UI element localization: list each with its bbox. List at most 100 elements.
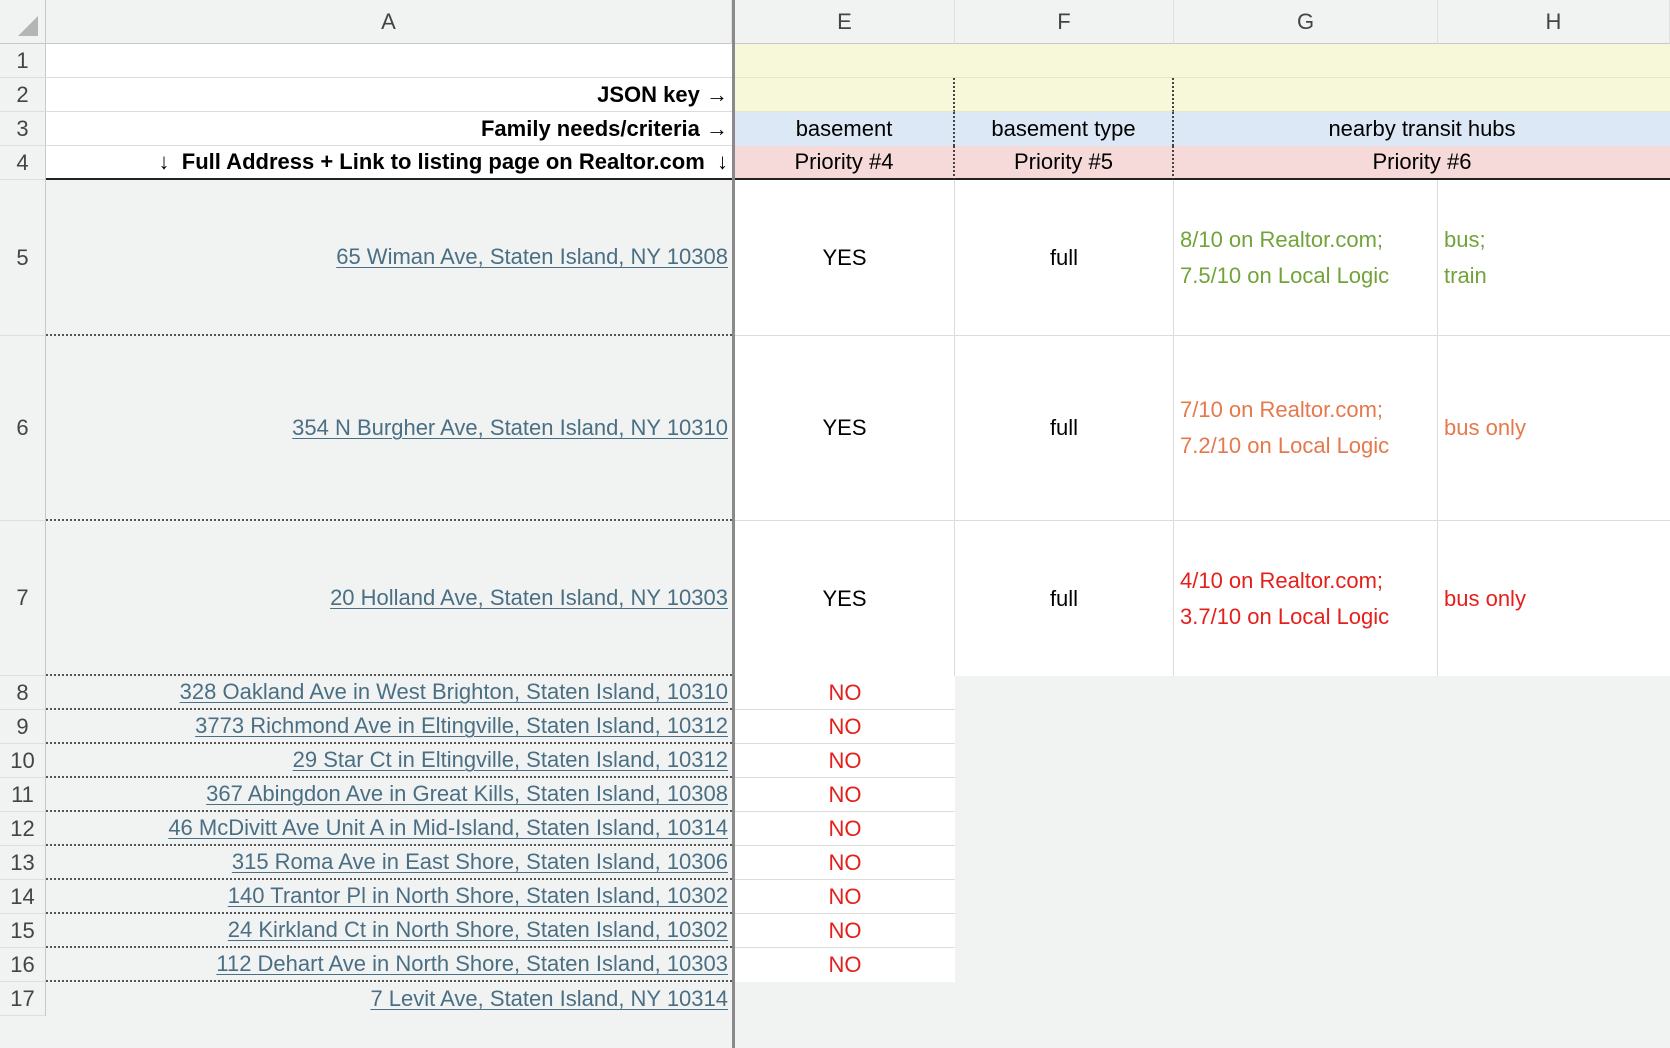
row-header-6[interactable]: 6 bbox=[0, 336, 46, 521]
cell-e2[interactable] bbox=[735, 78, 955, 112]
transit-hubs-cell[interactable]: bus only bbox=[1438, 521, 1670, 676]
column-header-e[interactable]: E bbox=[735, 0, 955, 44]
cell-a2[interactable]: JSON key → bbox=[46, 78, 732, 112]
basement-value[interactable]: NO bbox=[735, 710, 955, 744]
criteria-basement-type[interactable]: basement type bbox=[955, 112, 1174, 146]
cell-g2[interactable] bbox=[1174, 78, 1670, 112]
row-header-15[interactable]: 15 bbox=[0, 914, 46, 948]
row-header-10[interactable]: 10 bbox=[0, 744, 46, 778]
local-logic-score: 7.2/10 on Local Logic bbox=[1180, 433, 1390, 458]
hub-bus-only: bus only bbox=[1444, 415, 1526, 440]
basement-value[interactable]: NO bbox=[735, 778, 955, 812]
row-header-12[interactable]: 12 bbox=[0, 812, 46, 846]
row-header-1[interactable]: 1 bbox=[0, 44, 46, 78]
row-header-5[interactable]: 5 bbox=[0, 180, 46, 336]
cell-e1-h1[interactable] bbox=[735, 44, 1670, 78]
address-cell[interactable]: 328 Oakland Ave in West Brighton, Staten… bbox=[46, 676, 732, 710]
listing-link[interactable]: 112 Dehart Ave in North Shore, Staten Is… bbox=[216, 951, 728, 977]
arrow-right-icon: → bbox=[706, 81, 728, 107]
address-cell[interactable]: 354 N Burgher Ave, Staten Island, NY 103… bbox=[46, 336, 732, 521]
address-cell[interactable]: 46 McDivitt Ave Unit A in Mid-Island, St… bbox=[46, 812, 732, 846]
listing-link[interactable]: 29 Star Ct in Eltingville, Staten Island… bbox=[293, 747, 728, 773]
cell-a1[interactable] bbox=[46, 44, 732, 78]
listing-link[interactable]: 328 Oakland Ave in West Brighton, Staten… bbox=[180, 679, 728, 705]
basement-value[interactable]: YES bbox=[735, 521, 955, 676]
address-cell[interactable]: 20 Holland Ave, Staten Island, NY 10303 bbox=[46, 521, 732, 676]
row-header-13[interactable]: 13 bbox=[0, 846, 46, 880]
listing-link[interactable]: 315 Roma Ave in East Shore, Staten Islan… bbox=[232, 849, 728, 875]
basement-value[interactable]: NO bbox=[735, 812, 955, 846]
realtor-score: 8/10 on Realtor.com; bbox=[1180, 226, 1384, 252]
basement-value[interactable]: NO bbox=[735, 880, 955, 914]
basement-value[interactable]: YES bbox=[735, 336, 955, 521]
listing-link[interactable]: 20 Holland Ave, Staten Island, NY 10303 bbox=[330, 585, 728, 611]
priority-6[interactable]: Priority #6 bbox=[1174, 146, 1670, 180]
criteria-transit[interactable]: nearby transit hubs bbox=[1174, 112, 1670, 146]
basement-type-value[interactable]: full bbox=[955, 336, 1174, 521]
realtor-score: 4/10 on Realtor.com; bbox=[1180, 567, 1384, 593]
listing-link[interactable]: 7 Levit Ave, Staten Island, NY 10314 bbox=[370, 986, 728, 1012]
basement-value[interactable]: NO bbox=[735, 914, 955, 948]
address-cell[interactable]: 65 Wiman Ave, Staten Island, NY 10308 bbox=[46, 180, 732, 336]
transit-score-cell[interactable]: 8/10 on Realtor.com; 7.5/10 on Local Logi… bbox=[1174, 180, 1438, 336]
transit-hubs-cell[interactable]: bus only bbox=[1438, 336, 1670, 521]
row-header-4[interactable]: 4 bbox=[0, 146, 46, 180]
basement-type-value[interactable]: full bbox=[955, 180, 1174, 336]
criteria-basement[interactable]: basement bbox=[735, 112, 955, 146]
row-header-2[interactable]: 2 bbox=[0, 78, 46, 112]
address-cell[interactable]: 29 Star Ct in Eltingville, Staten Island… bbox=[46, 744, 732, 778]
row-header-3[interactable]: 3 bbox=[0, 112, 46, 146]
basement-value[interactable]: NO bbox=[735, 948, 955, 982]
local-logic-score: 7.5/10 on Local Logic bbox=[1180, 262, 1390, 288]
cell-a3[interactable]: Family needs/criteria → bbox=[46, 112, 732, 146]
column-header-g[interactable]: G bbox=[1174, 0, 1438, 44]
address-cell[interactable]: 315 Roma Ave in East Shore, Staten Islan… bbox=[46, 846, 732, 880]
listing-link[interactable]: 65 Wiman Ave, Staten Island, NY 10308 bbox=[336, 244, 728, 270]
listing-link[interactable]: 140 Trantor Pl in North Shore, Staten Is… bbox=[228, 883, 728, 909]
json-key-label: JSON key bbox=[597, 81, 700, 107]
listing-link[interactable]: 24 Kirkland Ct in North Shore, Staten Is… bbox=[228, 917, 728, 943]
row-header-7[interactable]: 7 bbox=[0, 521, 46, 676]
transit-score-cell[interactable]: 4/10 on Realtor.com; 3.7/10 on Local Logi… bbox=[1174, 521, 1438, 676]
transit-hubs-cell[interactable]: bus; train bbox=[1438, 180, 1670, 336]
arrow-down-icon: ↓ bbox=[158, 149, 170, 174]
column-header-a[interactable]: A bbox=[46, 0, 732, 44]
row-header-17[interactable]: 17 bbox=[0, 982, 46, 1016]
realtor-score: 7/10 on Realtor.com; bbox=[1180, 397, 1384, 422]
basement-type-value[interactable]: full bbox=[955, 521, 1174, 676]
row-header-16[interactable]: 16 bbox=[0, 948, 46, 982]
priority-5[interactable]: Priority #5 bbox=[955, 146, 1174, 180]
address-cell[interactable]: 24 Kirkland Ct in North Shore, Staten Is… bbox=[46, 914, 732, 948]
select-all-corner[interactable] bbox=[0, 0, 46, 44]
listing-link[interactable]: 3773 Richmond Ave in Eltingville, Staten… bbox=[195, 713, 728, 739]
row-header-9[interactable]: 9 bbox=[0, 710, 46, 744]
local-logic-score: 3.7/10 on Local Logic bbox=[1180, 603, 1390, 629]
column-header-h[interactable]: H bbox=[1438, 0, 1670, 44]
priority-4[interactable]: Priority #4 bbox=[735, 146, 955, 180]
row-header-8[interactable]: 8 bbox=[0, 676, 46, 710]
basement-value[interactable]: NO bbox=[735, 744, 955, 778]
address-cell[interactable]: 140 Trantor Pl in North Shore, Staten Is… bbox=[46, 880, 732, 914]
hub-bus-only: bus only bbox=[1444, 585, 1526, 611]
listing-link[interactable]: 367 Abingdon Ave in Great Kills, Staten … bbox=[206, 781, 728, 807]
address-cell[interactable]: 112 Dehart Ave in North Shore, Staten Is… bbox=[46, 948, 732, 982]
address-cell[interactable]: 3773 Richmond Ave in Eltingville, Staten… bbox=[46, 710, 732, 744]
basement-value[interactable]: YES bbox=[735, 180, 955, 336]
hub-bus: bus; bbox=[1444, 226, 1486, 252]
column-header-f[interactable]: F bbox=[955, 0, 1174, 44]
transit-score-cell[interactable]: 7/10 on Realtor.com; 7.2/10 on Local Logi… bbox=[1174, 336, 1438, 521]
arrow-right-icon: → bbox=[706, 115, 728, 141]
basement-value[interactable]: NO bbox=[735, 846, 955, 880]
listing-link[interactable]: 354 N Burgher Ave, Staten Island, NY 103… bbox=[292, 415, 728, 441]
full-address-label: Full Address + Link to listing page on R… bbox=[181, 149, 705, 174]
basement-value[interactable]: NO bbox=[735, 676, 955, 710]
listing-link[interactable]: 46 McDivitt Ave Unit A in Mid-Island, St… bbox=[168, 815, 728, 841]
address-cell[interactable]: 367 Abingdon Ave in Great Kills, Staten … bbox=[46, 778, 732, 812]
cell-a4[interactable]: ↓ Full Address + Link to listing page on… bbox=[46, 146, 732, 180]
row-header-14[interactable]: 14 bbox=[0, 880, 46, 914]
cell-f2[interactable] bbox=[955, 78, 1174, 112]
family-needs-label: Family needs/criteria bbox=[480, 115, 700, 141]
frozen-pane-divider[interactable] bbox=[732, 0, 735, 1048]
row-header-11[interactable]: 11 bbox=[0, 778, 46, 812]
address-cell[interactable]: 7 Levit Ave, Staten Island, NY 10314 bbox=[46, 982, 732, 1016]
